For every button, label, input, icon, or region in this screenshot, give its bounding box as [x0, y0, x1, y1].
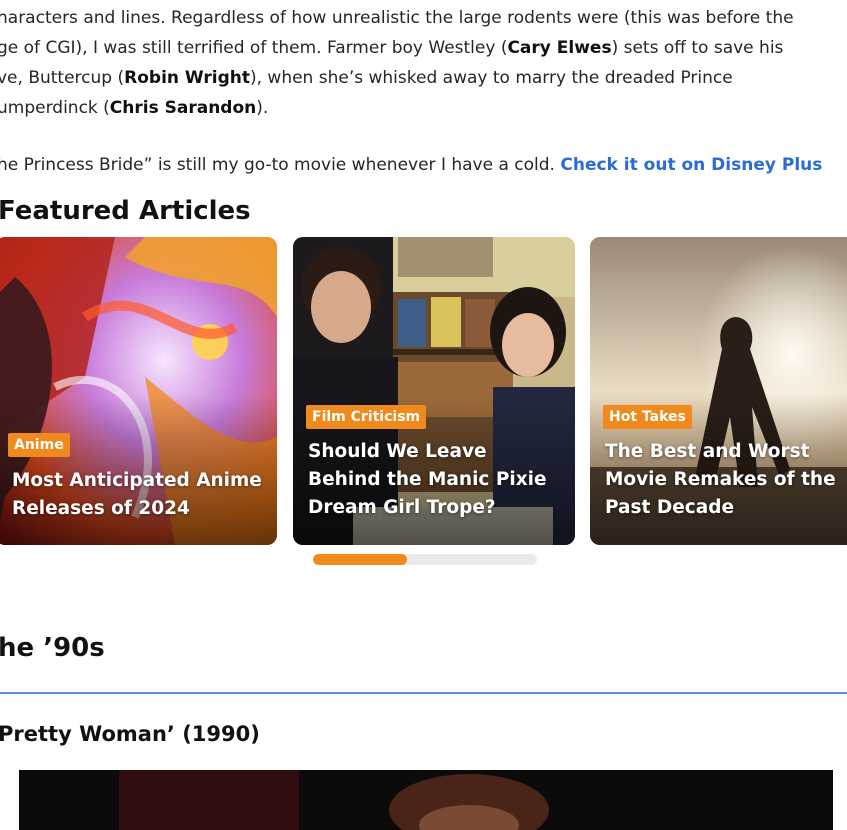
actor-name: Cary Elwes — [507, 38, 612, 58]
category-tag[interactable]: Film Criticism — [306, 405, 427, 429]
text-span: ) sets off to save his — [611, 38, 784, 58]
featured-card-anime[interactable]: Anime Most Anticipated Anime Releases of… — [0, 237, 277, 545]
article-paragraph-closing: he Princess Bride” is still my go-to mov… — [0, 150, 847, 180]
actor-name: Chris Sarandon — [109, 98, 257, 118]
video-frame — [19, 770, 833, 830]
movie-heading: Pretty Woman’ (1990) — [0, 722, 260, 746]
actor-name: Robin Wright — [124, 68, 250, 88]
paragraph-line: haracters and lines. Regardless of how u… — [0, 8, 794, 28]
section-divider — [0, 692, 847, 694]
card-headline[interactable]: The Best and Worst Movie Remakes of the … — [605, 438, 846, 522]
featured-card-film-criticism[interactable]: Film Criticism Should We Leave Behind th… — [293, 237, 575, 545]
category-tag[interactable]: Anime — [8, 433, 70, 457]
text-span: ge of CGI), I was still terrified of the… — [0, 38, 508, 58]
featured-articles-title: Featured Articles — [0, 196, 251, 226]
featured-card-hot-takes[interactable]: Hot Takes The Best and Worst Movie Remak… — [590, 237, 847, 545]
text-span: ). — [256, 98, 269, 118]
carousel-progress-fill — [313, 554, 408, 565]
paragraph-line: umperdinck (Chris Sarandon). — [0, 93, 847, 123]
paragraph-line: ve, Buttercup (Robin Wright), when she’s… — [0, 63, 847, 93]
section-title: he ’90s — [0, 633, 105, 663]
paragraph-line: ge of CGI), I was still terrified of the… — [0, 33, 847, 63]
card-headline[interactable]: Should We Leave Behind the Manic Pixie D… — [308, 438, 561, 522]
text-span: ), when she’s whisked away to marry the … — [249, 68, 733, 88]
card-headline[interactable]: Most Anticipated Anime Releases of 2024 — [12, 467, 263, 523]
article-paragraph: haracters and lines. Regardless of how u… — [0, 3, 847, 123]
video-player[interactable] — [19, 770, 833, 830]
category-tag[interactable]: Hot Takes — [603, 405, 692, 429]
text-span: he Princess Bride” is still my go-to mov… — [0, 155, 561, 175]
text-span: umperdinck ( — [0, 98, 110, 118]
text-span: ve, Buttercup ( — [0, 68, 125, 88]
carousel-progress-bar[interactable] — [313, 554, 537, 565]
disney-plus-link[interactable]: Check it out on Disney Plus — [560, 155, 822, 175]
